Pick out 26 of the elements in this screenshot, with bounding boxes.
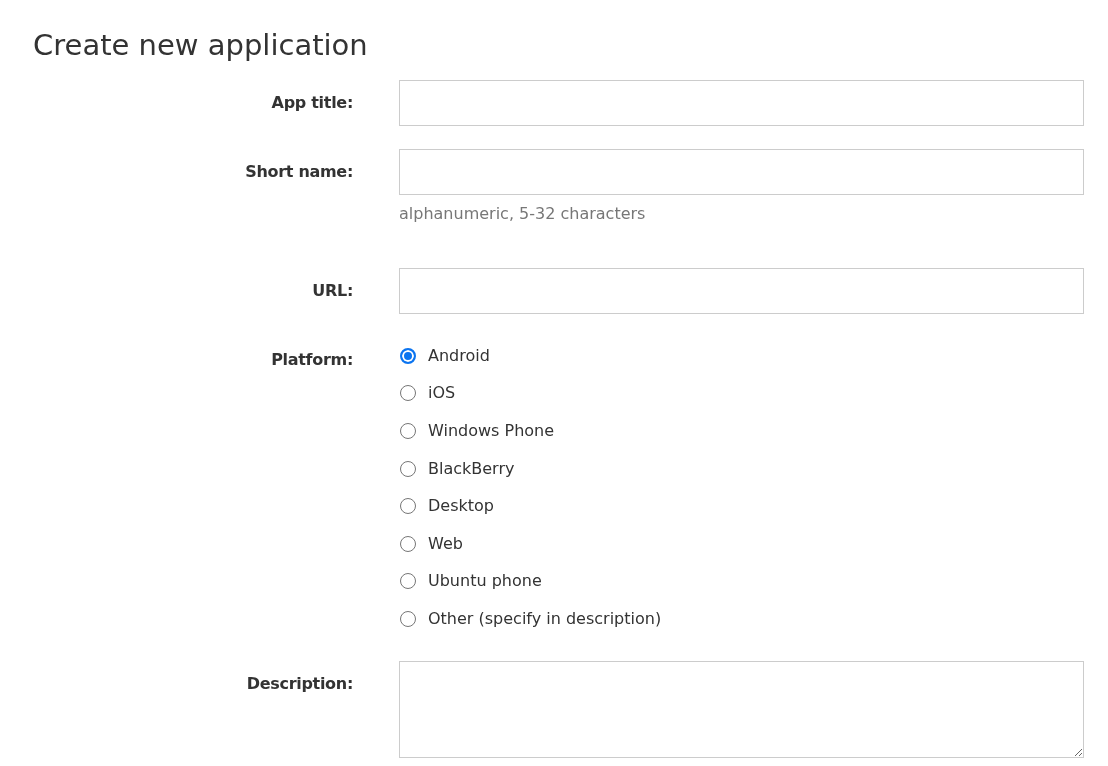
radio-label[interactable]: Other (specify in description) (428, 608, 662, 629)
radio-button[interactable] (400, 385, 416, 402)
radio-label[interactable]: Android (428, 345, 490, 366)
radio-label[interactable]: Desktop (428, 496, 494, 517)
radio-label[interactable]: Windows Phone (428, 421, 555, 441)
field-label: Description: (246, 673, 353, 694)
radio-label[interactable]: BlackBerry (428, 458, 515, 479)
radio-button[interactable] (400, 460, 416, 477)
field-hint: alphanumeric, 5-32 characters (399, 204, 646, 224)
radio-button[interactable] (400, 498, 416, 515)
radio-label[interactable]: iOS (428, 383, 456, 404)
input-field[interactable] (399, 149, 1084, 195)
radio-button[interactable] (400, 347, 416, 364)
radio-button[interactable] (400, 535, 416, 552)
field-label: Platform: (271, 350, 353, 370)
input-field[interactable] (399, 268, 1084, 314)
radio-label[interactable]: Web (428, 533, 463, 554)
field-label: Short name: (245, 162, 353, 182)
page-title: Create new application (32, 27, 368, 63)
radio-button[interactable] (400, 610, 416, 627)
field-label: URL: (312, 281, 353, 301)
radio-label[interactable]: Ubuntu phone (428, 571, 542, 592)
radio-button[interactable] (400, 423, 416, 439)
input-field[interactable] (399, 80, 1084, 126)
field-label: App title: (271, 93, 353, 113)
radio-button[interactable] (400, 573, 416, 590)
